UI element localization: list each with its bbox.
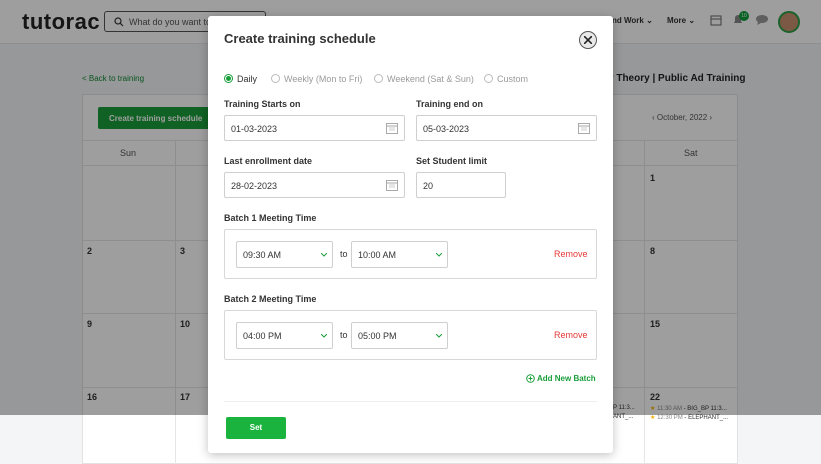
enrollment-date-label: Last enrollment date bbox=[224, 156, 313, 166]
batch-2-end-select[interactable]: 05:00 PM bbox=[351, 322, 448, 349]
batch-1-row: 09:30 AM to 10:00 AM Remove bbox=[224, 229, 597, 279]
batch-2-start-value: 04:00 PM bbox=[243, 331, 282, 341]
batch-2-title: Batch 2 Meeting Time bbox=[224, 294, 317, 304]
option-label: Weekly (Mon to Fri) bbox=[284, 74, 363, 84]
divider bbox=[224, 401, 597, 402]
radio-icon bbox=[374, 74, 383, 83]
batch-2-remove-button[interactable]: Remove bbox=[554, 330, 588, 340]
batch-1-remove-button[interactable]: Remove bbox=[554, 249, 588, 259]
chevron-down-icon bbox=[436, 253, 442, 257]
batch-1-end-select[interactable]: 10:00 AM bbox=[351, 241, 448, 268]
plus-circle-icon bbox=[526, 374, 535, 383]
batch-2-start-select[interactable]: 04:00 PM bbox=[236, 322, 333, 349]
batch-1-end-value: 10:00 AM bbox=[358, 250, 397, 260]
enrollment-date-input[interactable]: 28-02-2023 bbox=[224, 172, 405, 198]
student-limit-value: 20 bbox=[423, 181, 434, 191]
start-date-value: 01-03-2023 bbox=[231, 124, 278, 134]
calendar-icon[interactable] bbox=[578, 122, 590, 134]
option-label: Weekend (Sat & Sun) bbox=[387, 74, 474, 84]
add-new-batch-button[interactable]: Add New Batch bbox=[526, 374, 596, 383]
to-label: to bbox=[340, 249, 348, 259]
end-date-input[interactable]: 05-03-2023 bbox=[416, 115, 597, 141]
enrollment-date-value: 28-02-2023 bbox=[231, 181, 278, 191]
option-label: Custom bbox=[497, 74, 529, 84]
start-date-input[interactable]: 01-03-2023 bbox=[224, 115, 405, 141]
option-weekly[interactable]: Weekly (Mon to Fri) bbox=[271, 74, 362, 84]
star-icon: ★ bbox=[650, 415, 656, 421]
event-time: 12:30 PM bbox=[657, 415, 683, 421]
batch-1-start-select[interactable]: 09:30 AM bbox=[236, 241, 333, 268]
batch-2-end-value: 05:00 PM bbox=[358, 331, 397, 341]
end-date-label: Training end on bbox=[416, 99, 483, 109]
batch-2-row: 04:00 PM to 05:00 PM Remove bbox=[224, 310, 597, 360]
close-icon bbox=[584, 36, 592, 44]
calendar-icon[interactable] bbox=[386, 179, 398, 191]
add-new-batch-label: Add New Batch bbox=[537, 374, 596, 383]
close-button[interactable] bbox=[579, 31, 597, 49]
create-schedule-modal: Create training schedule Daily Weekly (M… bbox=[208, 16, 613, 453]
student-limit-input[interactable]: 20 bbox=[416, 172, 506, 198]
event-name: - ELEPHANT_... bbox=[682, 415, 729, 421]
end-date-value: 05-03-2023 bbox=[423, 124, 470, 134]
option-daily[interactable]: Daily bbox=[224, 74, 257, 84]
option-weekend[interactable]: Weekend (Sat & Sun) bbox=[374, 74, 474, 84]
to-label: to bbox=[340, 330, 348, 340]
radio-icon bbox=[271, 74, 280, 83]
student-limit-label: Set Student limit bbox=[416, 156, 488, 166]
start-date-label: Training Starts on bbox=[224, 99, 301, 109]
chevron-down-icon bbox=[321, 334, 327, 338]
set-button[interactable]: Set bbox=[226, 417, 286, 439]
option-custom[interactable]: Custom bbox=[484, 74, 528, 84]
calendar-event[interactable]: ★ 12:30 PM - ELEPHANT_... bbox=[650, 414, 728, 421]
radio-icon bbox=[484, 74, 493, 83]
batch-1-title: Batch 1 Meeting Time bbox=[224, 213, 317, 223]
calendar-icon[interactable] bbox=[386, 122, 398, 134]
option-label: Daily bbox=[237, 74, 258, 84]
modal-title: Create training schedule bbox=[224, 31, 376, 46]
radio-icon bbox=[224, 74, 233, 83]
chevron-down-icon bbox=[436, 334, 442, 338]
batch-1-start-value: 09:30 AM bbox=[243, 250, 282, 260]
chevron-down-icon bbox=[321, 253, 327, 257]
